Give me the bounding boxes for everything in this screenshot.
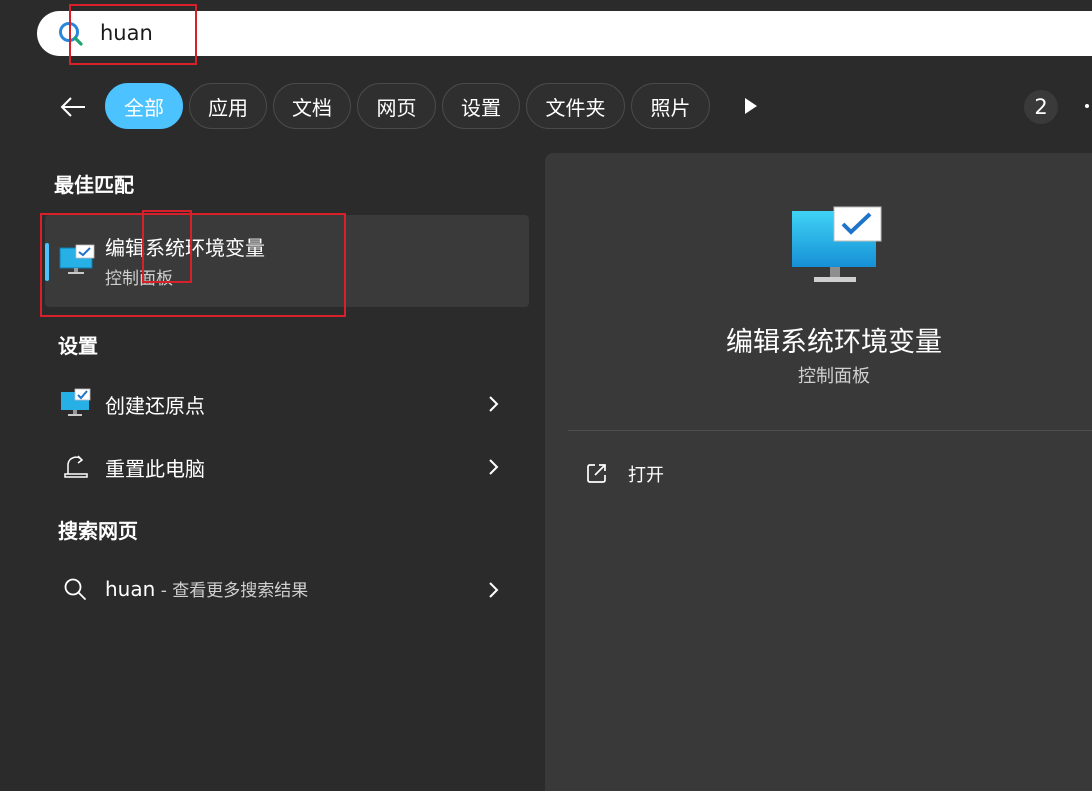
play-more-icon[interactable]: [738, 93, 762, 119]
search-icon: [64, 578, 86, 600]
back-button[interactable]: [53, 88, 93, 126]
start-search-window: 全部 应用 文档 网页 设置 文件夹 照片 2 最佳匹配 编辑系统环境变量 控制…: [0, 0, 1092, 791]
list-label-restore-point: 创建还原点: [105, 394, 205, 418]
best-match-heading: 最佳匹配: [54, 173, 134, 197]
restore-point-monitor-icon: [61, 388, 91, 416]
tab-apps[interactable]: 应用: [189, 83, 267, 129]
detail-title: 编辑系统环境变量: [726, 327, 942, 358]
count-badge[interactable]: 2: [1024, 90, 1058, 124]
control-panel-monitor-icon: [792, 206, 882, 282]
open-button[interactable]: [580, 454, 780, 494]
list-label-reset-pc: 重置此电脑: [105, 457, 205, 481]
annotation-box: [142, 210, 192, 283]
divider: [568, 430, 1092, 431]
detail-subtitle: 控制面板: [798, 366, 870, 387]
web-search-label: huan - 查看更多搜索结果: [105, 576, 308, 601]
tab-web[interactable]: 网页: [357, 83, 436, 129]
web-search-suffix: - 查看更多搜索结果: [155, 581, 309, 601]
web-search-query: huan: [105, 577, 156, 601]
tab-settings[interactable]: 设置: [442, 83, 520, 129]
annotation-box: [69, 4, 197, 65]
chevron-right-icon: [489, 582, 499, 598]
open-label: 打开: [628, 465, 664, 486]
tab-documents[interactable]: 文档: [273, 83, 351, 129]
reset-pc-icon: [64, 455, 88, 478]
tab-all[interactable]: 全部: [105, 83, 183, 129]
tab-folders[interactable]: 文件夹: [526, 83, 625, 129]
web-search-heading: 搜索网页: [58, 519, 138, 543]
more-options-icon[interactable]: [1085, 104, 1089, 108]
back-arrow-icon: [60, 97, 85, 117]
tab-photos[interactable]: 照片: [631, 83, 710, 129]
chevron-right-icon: [489, 459, 499, 475]
annotation-box: [40, 213, 346, 317]
chevron-right-icon: [489, 396, 499, 412]
settings-heading: 设置: [58, 334, 98, 358]
open-external-icon: [587, 464, 606, 483]
